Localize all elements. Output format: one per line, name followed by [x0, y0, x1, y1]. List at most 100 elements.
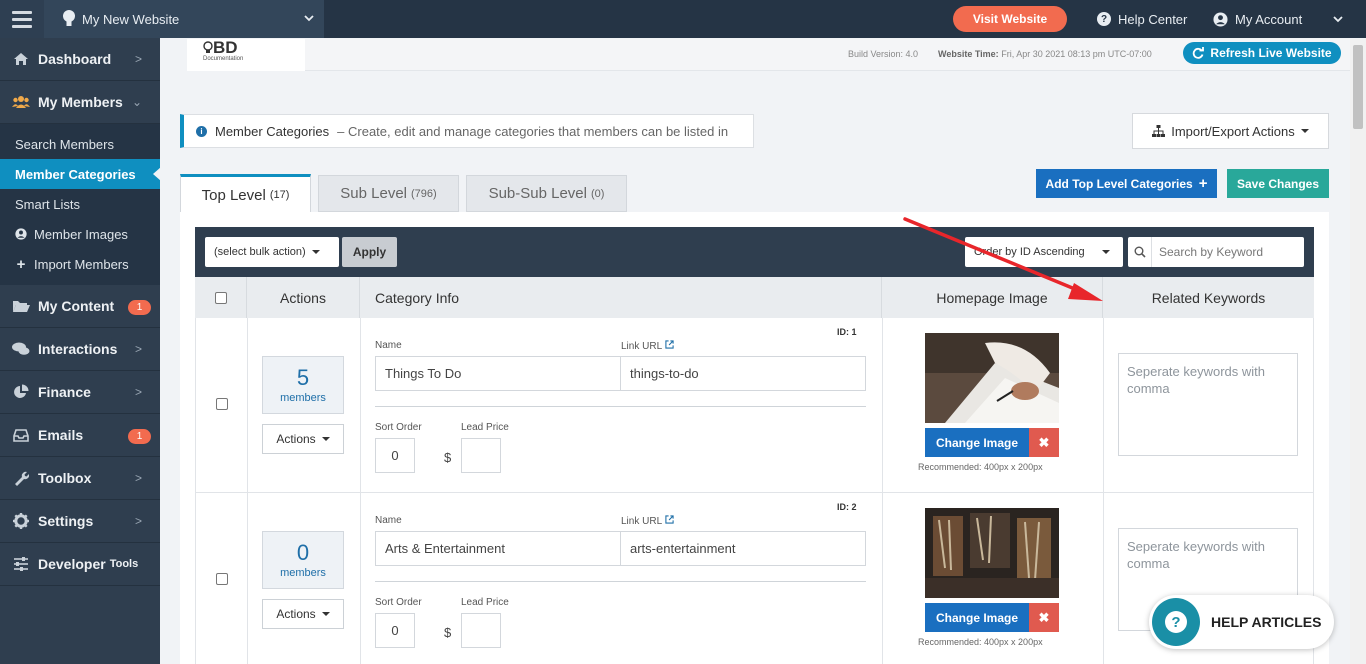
caret-down-icon — [1300, 129, 1309, 133]
category-link-input[interactable]: arts-entertainment — [620, 531, 866, 566]
nav-developer-label: Developer — [38, 556, 106, 572]
help-center-link[interactable]: ? Help Center — [1097, 0, 1187, 38]
order-by-select[interactable]: Order by ID Ascending — [965, 237, 1123, 267]
nav-finance[interactable]: Finance > — [0, 371, 160, 414]
lead-price-input[interactable] — [461, 438, 501, 473]
remove-image-button[interactable]: ✖ — [1029, 603, 1059, 632]
link-url-label-text: Link URL — [621, 341, 662, 352]
members-label: members — [280, 566, 326, 579]
caret-down-icon — [1102, 250, 1110, 254]
header-related-keywords: Related Keywords — [1151, 289, 1266, 306]
tab-count: (17) — [269, 189, 290, 201]
chevron-right-icon: > — [134, 471, 142, 485]
home-icon — [12, 52, 30, 66]
nav-my-content[interactable]: My Content 1 — [0, 285, 160, 328]
category-thumbnail-image[interactable] — [925, 333, 1059, 423]
import-export-label: Import/Export Actions — [1171, 123, 1295, 139]
change-image-button[interactable]: Change Image — [925, 603, 1029, 632]
sidebar-item-label: Search Members — [15, 136, 114, 152]
user-circle-icon — [15, 228, 27, 240]
nav-settings[interactable]: Settings > — [0, 500, 160, 543]
members-count-box[interactable]: 0 members — [262, 531, 344, 589]
select-all-checkbox[interactable] — [214, 291, 227, 304]
lead-price-label: Lead Price — [461, 597, 509, 608]
nav-dashboard[interactable]: Dashboard > — [0, 38, 160, 81]
nav-my-members[interactable]: My Members ⌄ — [0, 81, 160, 124]
category-link-input[interactable]: things-to-do — [620, 356, 866, 391]
sidebar-item-member-categories[interactable]: Member Categories — [0, 159, 161, 189]
save-changes-button[interactable]: Save Changes — [1227, 169, 1329, 198]
row-actions-button[interactable]: Actions — [262, 424, 344, 454]
tab-sub-level[interactable]: Sub Level (796) — [318, 175, 459, 212]
sidebar-item-import-members[interactable]: + Import Members — [0, 249, 160, 279]
bulk-action-select[interactable]: (select bulk action) — [205, 237, 339, 267]
sidebar-item-member-images[interactable]: Member Images — [0, 219, 160, 249]
sort-order-input[interactable]: 0 — [375, 613, 415, 648]
nav-interactions[interactable]: Interactions > — [0, 328, 160, 371]
nav-toolbox-label: Toolbox — [38, 470, 92, 486]
row-checkbox[interactable] — [216, 398, 228, 410]
members-count: 5 — [296, 364, 310, 390]
link-url-label: Link URL — [621, 340, 674, 352]
sidebar-item-label: Member Images — [34, 226, 128, 242]
page-scrollbar[interactable] — [1350, 39, 1366, 664]
row-actions-button[interactable]: Actions — [262, 599, 344, 629]
lead-price-label: Lead Price — [461, 422, 509, 433]
keyword-search-input[interactable]: Search by Keyword — [1128, 237, 1304, 267]
nav-toolbox[interactable]: Toolbox > — [0, 457, 160, 500]
notification-badge: 1 — [128, 429, 151, 444]
sidebar-item-label: Member Categories — [15, 166, 136, 182]
nav-interactions-label: Interactions — [38, 341, 118, 357]
nav-dashboard-label: Dashboard — [38, 51, 112, 67]
hamburger-menu-icon[interactable] — [0, 0, 44, 38]
tab-count: (0) — [590, 187, 605, 200]
notification-badge: 1 — [128, 300, 151, 315]
related-keywords-textarea[interactable]: Seperate keywords with comma — [1118, 353, 1298, 456]
tab-label: Sub Level — [340, 185, 408, 202]
site-switcher[interactable]: My New Website — [44, 0, 324, 38]
website-time-value: Fri, Apr 30 2021 08:13 pm UTC-07:00 — [1001, 49, 1152, 59]
add-top-level-categories-button[interactable]: Add Top Level Categories + — [1036, 169, 1217, 198]
sidebar-item-label: Import Members — [34, 256, 129, 272]
sort-order-label: Sort Order — [375, 597, 422, 608]
tab-label: Sub-Sub Level — [488, 185, 587, 202]
sort-order-input[interactable]: 0 — [375, 438, 415, 473]
category-id: ID: 2 — [837, 502, 857, 512]
refresh-live-website-button[interactable]: Refresh Live Website — [1183, 42, 1341, 64]
build-version: Build Version: 4.0 — [848, 49, 919, 59]
category-thumbnail-image[interactable] — [925, 508, 1059, 598]
change-image-button[interactable]: Change Image — [925, 428, 1029, 457]
nav-emails[interactable]: Emails 1 — [0, 414, 160, 457]
nav-developer-tools[interactable]: Developer Tools — [0, 543, 160, 586]
row-actions-label: Actions — [276, 432, 316, 446]
caret-down-icon — [311, 250, 320, 254]
sidebar-item-search-members[interactable]: Search Members — [0, 129, 160, 159]
logo-subtitle: Documentation — [203, 56, 244, 62]
members-count-box[interactable]: 5 members — [262, 356, 344, 414]
help-articles-button[interactable]: ? HELP ARTICLES — [1149, 595, 1334, 649]
my-account-menu[interactable]: My Account — [1213, 0, 1343, 38]
tab-sub-sub-level[interactable]: Sub-Sub Level (0) — [466, 175, 627, 212]
row-checkbox[interactable] — [216, 573, 228, 585]
pie-chart-icon — [12, 384, 30, 399]
scrollbar-thumb[interactable] — [1353, 45, 1363, 129]
tab-top-level[interactable]: Top Level (17) — [180, 174, 311, 213]
remove-image-button[interactable]: ✖ — [1029, 428, 1059, 457]
sidebar-item-smart-lists[interactable]: Smart Lists — [0, 189, 160, 219]
website-time-label: Website Time: — [938, 49, 999, 59]
nav-developer-small-label: Tools — [109, 558, 139, 570]
nav-my-content-label: My Content — [38, 298, 115, 314]
comments-icon — [12, 342, 30, 356]
lead-price-input[interactable] — [461, 613, 501, 648]
info-icon: i — [196, 125, 207, 137]
brand-logo[interactable]: BD Documentation — [187, 39, 305, 71]
visit-website-button[interactable]: Visit Website — [953, 6, 1067, 32]
question-icon: ? — [1152, 598, 1200, 646]
import-export-actions-button[interactable]: Import/Export Actions — [1132, 113, 1329, 149]
category-name-input[interactable]: Arts & Entertainment — [375, 531, 621, 566]
users-icon — [12, 95, 30, 109]
category-name-input[interactable]: Things To Do — [375, 356, 621, 391]
header-category-info: Category Info — [360, 277, 882, 318]
table-header: Actions Category Info Homepage Image Rel… — [195, 277, 1314, 318]
apply-button[interactable]: Apply — [342, 237, 397, 267]
